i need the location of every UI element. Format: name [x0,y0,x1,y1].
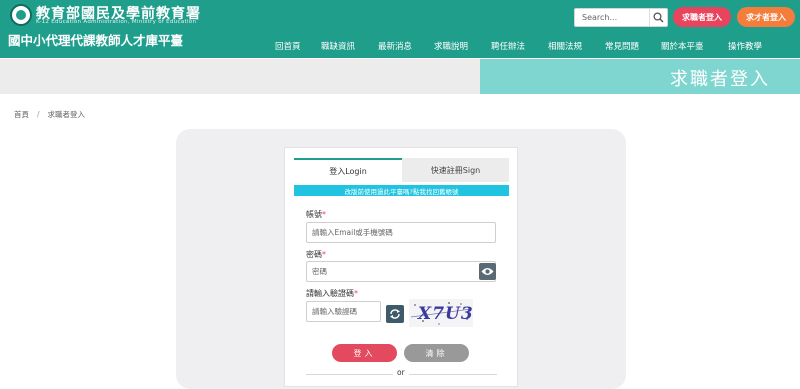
nav-home[interactable]: 回首頁 [275,40,301,52]
nav-news[interactable]: 最新消息 [378,40,412,52]
nav-faq[interactable]: 常見問題 [605,40,639,52]
account-input[interactable] [306,222,496,243]
captcha-label: 請輸入驗證碼* [306,289,358,298]
show-password-button[interactable] [479,263,496,280]
breadcrumb-separator: / [37,110,40,119]
page-title: 求職者登入 [670,69,770,90]
clear-button[interactable]: 清除 [404,344,469,362]
or-separator: or [393,368,409,377]
captcha-input[interactable] [306,301,381,322]
refresh-captcha-button[interactable] [386,305,404,323]
password-input[interactable] [306,261,496,282]
nav-tutorial[interactable]: 操作教學 [728,40,762,52]
eye-icon [481,268,494,275]
captcha-noise: X7U3 [410,302,473,325]
login-card: 登入Login 快速註冊Sign 改版前使用過此平臺嗎?點我找回舊帳號 帳號* … [284,147,518,387]
recover-account-link[interactable]: 改版前使用過此平臺嗎?點我找回舊帳號 [294,185,509,196]
tab-login[interactable]: 登入Login [294,158,402,182]
ministry-name-en: K-12 Education Administration, Ministry … [36,19,197,25]
nav-job-vacancies[interactable]: 職缺資訊 [321,40,355,52]
tab-quick-signup[interactable]: 快速註冊Sign [402,158,509,182]
nav-about[interactable]: 關於本平臺 [661,40,704,52]
banner-accent: 求職者登入 [480,59,800,94]
breadcrumb: 首頁 / 求職者登入 [14,109,85,120]
login-button[interactable]: 登入 [332,344,397,362]
refresh-icon [390,309,400,319]
nav-hiring-rules[interactable]: 聘任辦法 [491,40,525,52]
password-label: 密碼* [306,250,326,259]
search-icon [653,12,664,23]
job-seeker-login-button[interactable]: 求職者登入 [673,7,731,27]
page-banner: 求職者登入 [0,59,800,94]
site-header: 教育部國民及學前教育署 K-12 Education Administratio… [0,0,800,58]
nav-regulations[interactable]: 相關法規 [548,40,582,52]
search-box [574,8,668,27]
nav-job-guide[interactable]: 求職說明 [434,40,468,52]
account-label: 帳號* [306,210,326,219]
breadcrumb-home[interactable]: 首頁 [14,109,29,120]
main-nav: 回首頁 職缺資訊 最新消息 求職說明 聘任辦法 相關法規 常見問題 關於本平臺 … [0,40,800,54]
ministry-logo-icon[interactable] [10,4,32,26]
captcha-text: X7U3 [417,304,473,324]
captcha-image: X7U3 [409,299,473,327]
search-button[interactable] [649,9,667,26]
breadcrumb-current: 求職者登入 [47,110,86,119]
search-input[interactable] [575,9,649,26]
talent-seeker-login-button[interactable]: 求才者登入 [737,7,795,27]
